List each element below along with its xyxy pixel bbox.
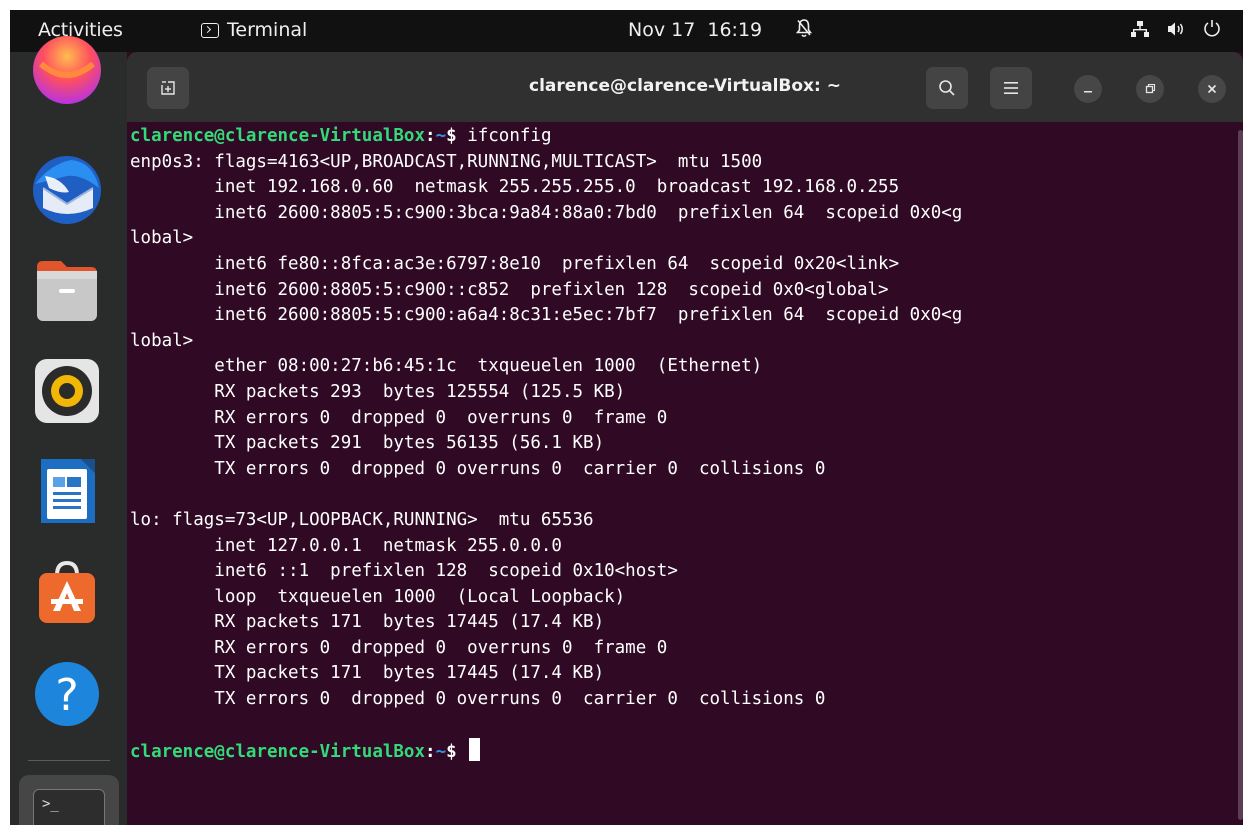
search-button[interactable] — [926, 67, 968, 109]
prompt-user-host: clarence@clarence-VirtualBox — [130, 126, 426, 146]
dock-separator — [28, 760, 110, 761]
command-text: ifconfig — [467, 126, 552, 146]
maximize-icon — [1145, 83, 1156, 94]
output-line: inet 127.0.0.1 netmask 255.0.0.0 — [130, 535, 562, 556]
output-line: lobal> — [130, 228, 194, 249]
prompt-colon: : — [425, 126, 436, 146]
output-line: TX errors 0 dropped 0 overruns 0 carrier… — [130, 458, 826, 479]
terminal-output[interactable]: clarence@clarence-VirtualBox:~$ ifconfig… — [130, 124, 1235, 824]
app-menu-label: Terminal — [227, 19, 308, 41]
thunderbird-icon[interactable] — [31, 154, 103, 226]
rhythmbox-icon[interactable] — [31, 355, 103, 427]
terminal-window: clarence@clarence-VirtualBox: ~ clarence… — [127, 52, 1243, 825]
active-prompt-line: clarence@clarence-VirtualBox:~$ — [130, 738, 1235, 764]
close-icon — [1207, 84, 1217, 94]
hamburger-icon — [1004, 82, 1018, 94]
files-icon[interactable] — [31, 255, 103, 327]
power-icon — [1203, 19, 1221, 42]
minimize-icon — [1084, 91, 1092, 93]
minimize-button[interactable] — [1074, 75, 1102, 103]
help-glyph: ? — [55, 670, 78, 721]
system-tray[interactable] — [1131, 19, 1221, 42]
prompt-path: ~ — [435, 126, 447, 146]
output-line: lobal> — [130, 330, 194, 351]
output-line: ether 08:00:27:b6:45:1c txqueuelen 1000 … — [130, 356, 763, 377]
output-line: RX errors 0 dropped 0 overruns 0 frame 0 — [130, 637, 668, 658]
search-icon — [939, 80, 955, 96]
prompt-path: ~ — [435, 742, 447, 763]
help-icon[interactable]: ? — [31, 658, 103, 730]
output-line: TX errors 0 dropped 0 overruns 0 carrier… — [130, 689, 826, 710]
output-line: inet 192.168.0.60 netmask 255.255.255.0 … — [130, 177, 900, 198]
software-icon[interactable] — [31, 557, 103, 629]
terminal-dock-item[interactable]: >_ — [19, 775, 119, 825]
output-line: inet6 2600:8805:5:c900:3bca:9a84:88a0:7b… — [130, 202, 963, 223]
scrollbar[interactable] — [1238, 130, 1243, 820]
output-line: TX packets 291 bytes 56135 (56.1 KB) — [130, 433, 605, 454]
volume-icon — [1167, 20, 1185, 42]
output-line: enp0s3: flags=4163<UP,BROADCAST,RUNNING,… — [130, 151, 763, 172]
output-line: RX packets 171 bytes 17445 (17.4 KB) — [130, 612, 605, 633]
top-bar: Activities Terminal Nov 17 16:19 — [10, 10, 1243, 52]
prompt-line: clarence@clarence-VirtualBox:~$ ifconfig — [130, 124, 1235, 150]
menu-button[interactable] — [990, 67, 1032, 109]
output-line: inet6 ::1 prefixlen 128 scopeid 0x10<hos… — [130, 561, 678, 582]
terminal-glyph: >_ — [42, 796, 59, 812]
output-line: TX packets 171 bytes 17445 (17.4 KB) — [130, 663, 605, 684]
dock: ? >_ — [10, 36, 127, 825]
close-button[interactable] — [1198, 75, 1226, 103]
output-line: RX errors 0 dropped 0 overruns 0 frame 0 — [130, 407, 668, 428]
output-line: loop txqueuelen 1000 (Local Loopback) — [130, 586, 626, 607]
bell-icon[interactable] — [795, 18, 813, 43]
output-line: inet6 2600:8805:5:c900::c852 prefixlen 1… — [130, 279, 889, 300]
clock[interactable]: Nov 17 16:19 — [628, 19, 762, 41]
prompt-dollar: $ — [446, 742, 468, 763]
prompt-user-host: clarence@clarence-VirtualBox — [130, 742, 426, 763]
output-line: inet6 fe80::8fca:ac3e:6797:8e10 prefixle… — [130, 253, 900, 274]
prompt-colon: : — [425, 742, 436, 763]
header-bar: clarence@clarence-VirtualBox: ~ — [127, 52, 1243, 122]
prompt-dollar: $ — [446, 126, 468, 146]
writer-icon[interactable] — [31, 455, 103, 527]
maximize-button[interactable] — [1136, 75, 1164, 103]
app-menu[interactable]: Terminal — [201, 19, 307, 41]
output-line: lo: flags=73<UP,LOOPBACK,RUNNING> mtu 65… — [130, 509, 594, 530]
network-icon — [1131, 20, 1149, 42]
output-line: RX packets 293 bytes 125554 (125.5 KB) — [130, 381, 626, 402]
firefox-icon[interactable] — [31, 34, 103, 106]
terminal-icon: >_ — [33, 789, 105, 825]
terminal-small-icon — [201, 22, 219, 38]
output-line: inet6 2600:8805:5:c900:a6a4:8c31:e5ec:7b… — [130, 305, 963, 326]
text-cursor — [469, 738, 481, 762]
